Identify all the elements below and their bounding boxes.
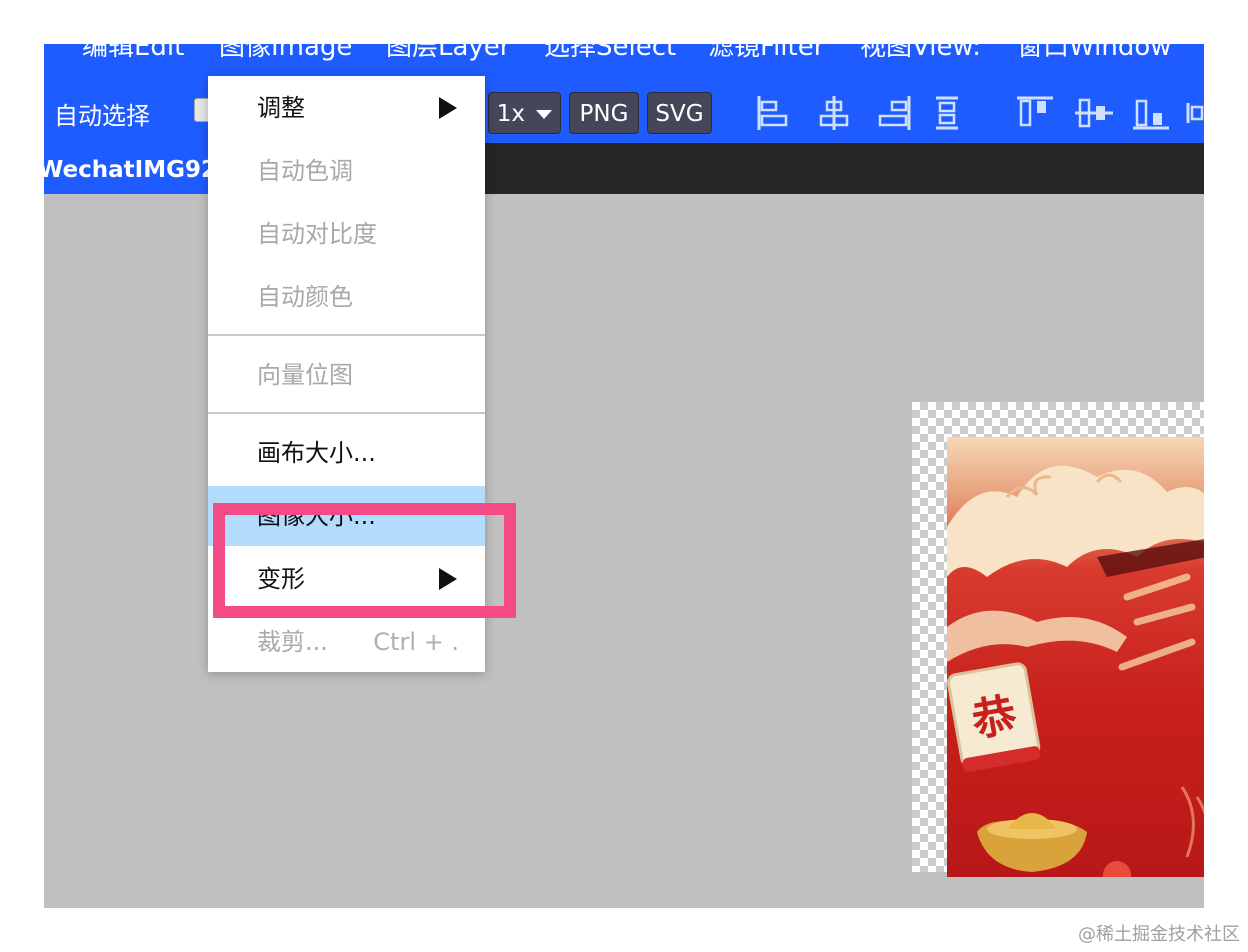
poster-artwork: 恭 [947, 465, 1204, 877]
png-export-button[interactable]: PNG [569, 92, 639, 134]
menu-item-canvas-size[interactable]: 画布大小... [208, 423, 485, 483]
svg-export-button[interactable]: SVG [647, 92, 712, 134]
menu-item-auto-color: 自动颜色 [257, 283, 353, 311]
menu-item-adjust[interactable]: 调整 [208, 78, 485, 138]
menu-item-auto-tone: 自动色调 [257, 157, 353, 185]
watermark: @稀土掘金技术社区 [1078, 924, 1240, 945]
zoom-dropdown[interactable]: 1x [488, 92, 561, 134]
menu-view[interactable]: 视图View: [860, 44, 981, 62]
menu-item-vector-bitmap: 向量位图 [257, 361, 353, 389]
menu-item-crop: 裁剪... Ctrl + . [208, 612, 485, 672]
menu-item-auto-contrast: 自动对比度 [257, 220, 377, 248]
menu-filter[interactable]: 滤镜Filter [708, 44, 824, 62]
annotation-highlight-box [213, 503, 516, 618]
align-left-icon[interactable] [756, 95, 792, 131]
crop-shortcut: Ctrl + . [373, 628, 459, 656]
menu-layer[interactable]: 图层Layer [386, 44, 511, 62]
poster-image[interactable]: 恭 [947, 437, 1204, 877]
align-middle-icon[interactable] [1074, 95, 1114, 131]
distribute-horizontal-icon[interactable] [1186, 95, 1204, 131]
auto-select-label: 自动选择 [54, 102, 150, 130]
tile-character: 恭 [967, 689, 1020, 747]
align-center-icon[interactable] [816, 95, 852, 131]
zoom-label: 1x [496, 101, 525, 127]
menu-select[interactable]: 选择Select [544, 44, 676, 62]
chevron-down-icon [536, 109, 553, 119]
menu-bar: 编辑Edit 图像Image 图层Layer 选择Select 滤镜Filter… [44, 44, 1204, 77]
menu-image[interactable]: 图像Image [219, 44, 352, 62]
align-top-icon[interactable] [1016, 95, 1054, 131]
align-bottom-icon[interactable] [1132, 95, 1170, 131]
menu-separator [208, 334, 485, 336]
app-window: 编辑Edit 图像Image 图层Layer 选择Select 滤镜Filter… [44, 44, 1204, 908]
menu-separator [208, 412, 485, 414]
align-right-icon[interactable] [876, 95, 912, 131]
distribute-vertical-icon[interactable] [934, 95, 960, 131]
menu-edit[interactable]: 编辑Edit [82, 44, 184, 62]
menu-window[interactable]: 窗口Window [1017, 44, 1172, 62]
submenu-arrow-icon [439, 97, 457, 119]
